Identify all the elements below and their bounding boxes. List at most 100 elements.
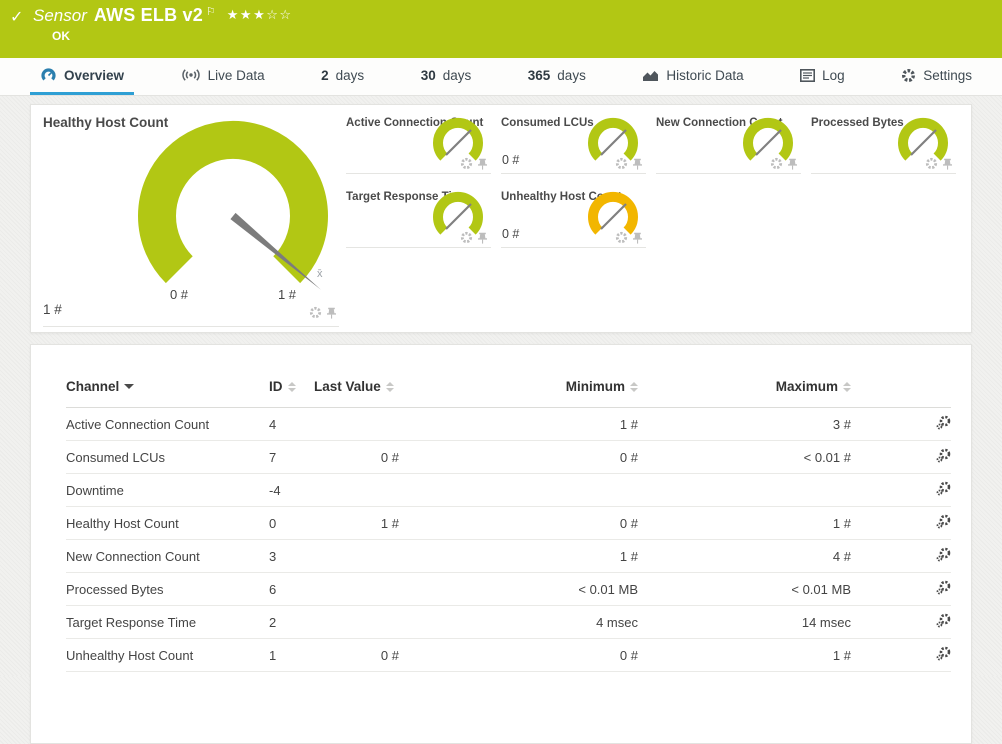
edit-channel-gear-icon[interactable] bbox=[936, 580, 951, 595]
channel-maximum: 1 # bbox=[638, 506, 851, 540]
tab-live-data[interactable]: Live Data bbox=[171, 58, 275, 95]
channels-table: Channel ID Last Value Minimum Maximum Ac… bbox=[66, 379, 951, 672]
tab-label: 2 bbox=[321, 67, 329, 83]
tab-label: 30 bbox=[420, 67, 436, 83]
sort-icon bbox=[843, 381, 851, 392]
gauge-cell-unhealthy-host-count: Unhealthy Host Count 0 # bbox=[501, 187, 646, 248]
gear-icon[interactable] bbox=[460, 231, 473, 244]
priority-stars[interactable]: ★★★☆☆ bbox=[227, 7, 293, 23]
status-check-icon: ✓ bbox=[10, 9, 24, 26]
channel-minimum: < 0.01 MB bbox=[399, 572, 638, 606]
column-header-channel[interactable]: Channel bbox=[66, 379, 269, 408]
flag-icon[interactable]: ⚐ bbox=[206, 5, 216, 18]
column-header-id[interactable]: ID bbox=[269, 379, 314, 408]
gear-icon[interactable] bbox=[460, 157, 473, 170]
column-label: ID bbox=[269, 379, 283, 394]
gauge-arc bbox=[433, 117, 483, 161]
edit-channel-gear-icon[interactable] bbox=[936, 646, 951, 661]
edit-channel-gear-icon[interactable] bbox=[936, 481, 951, 496]
channel-name: Downtime bbox=[66, 473, 269, 507]
pin-icon[interactable] bbox=[632, 158, 643, 170]
pin-icon[interactable] bbox=[326, 307, 337, 319]
table-row: Consumed LCUs 7 0 # 0 # < 0.01 # bbox=[66, 440, 951, 474]
channel-name: Unhealthy Host Count bbox=[66, 638, 269, 672]
pin-icon[interactable] bbox=[477, 232, 488, 244]
channel-name: Target Response Time bbox=[66, 605, 269, 639]
channel-minimum bbox=[399, 473, 638, 507]
gauge-arc bbox=[898, 117, 948, 161]
edit-channel-gear-icon[interactable] bbox=[936, 514, 951, 529]
tab-label: Settings bbox=[923, 67, 972, 83]
tab-settings[interactable]: Settings bbox=[891, 58, 982, 95]
tab-log[interactable]: Log bbox=[790, 58, 855, 95]
gear-icon[interactable] bbox=[309, 306, 322, 319]
gauge-arc bbox=[588, 117, 638, 161]
column-header-minimum[interactable]: Minimum bbox=[399, 379, 638, 408]
edit-channel-gear-icon[interactable] bbox=[936, 547, 951, 562]
channel-id: 3 bbox=[269, 539, 314, 573]
tab-label: Historic Data bbox=[666, 67, 744, 83]
edit-channel-gear-icon[interactable] bbox=[936, 415, 951, 430]
column-header-maximum[interactable]: Maximum bbox=[638, 379, 851, 408]
gear-icon[interactable] bbox=[615, 231, 628, 244]
gear-icon[interactable] bbox=[615, 157, 628, 170]
channel-maximum: 14 msec bbox=[638, 605, 851, 639]
column-label: Minimum bbox=[565, 379, 625, 394]
sort-desc-icon bbox=[124, 384, 135, 389]
gauge-icon bbox=[41, 67, 56, 81]
column-header-actions bbox=[851, 379, 951, 408]
edit-channel-gear-icon[interactable] bbox=[936, 613, 951, 628]
table-row: Active Connection Count 4 1 # 3 # bbox=[66, 407, 951, 441]
gauge-arc bbox=[588, 191, 638, 235]
sort-icon bbox=[630, 381, 638, 392]
pin-icon[interactable] bbox=[942, 158, 953, 170]
tab-historic-data[interactable]: Historic Data bbox=[632, 58, 753, 95]
channel-last-value bbox=[314, 407, 399, 441]
channel-maximum: 3 # bbox=[638, 407, 851, 441]
tab-label: Log bbox=[822, 67, 845, 83]
pin-icon[interactable] bbox=[787, 158, 798, 170]
channel-maximum: < 0.01 MB bbox=[638, 572, 851, 606]
channel-id: 2 bbox=[269, 605, 314, 639]
tab-overview[interactable]: Overview bbox=[30, 58, 135, 95]
channels-panel: Channel ID Last Value Minimum Maximum Ac… bbox=[30, 344, 972, 744]
channel-minimum: 0 # bbox=[399, 440, 638, 474]
channel-minimum: 1 # bbox=[399, 539, 638, 573]
channel-maximum: 1 # bbox=[638, 638, 851, 672]
channel-id: 1 bbox=[269, 638, 314, 672]
average-marker: x̄ bbox=[317, 268, 323, 280]
channel-minimum: 1 # bbox=[399, 407, 638, 441]
table-row: Downtime -4 bbox=[66, 473, 951, 507]
tab-365-days[interactable]: 365 days bbox=[518, 58, 596, 95]
log-list-icon bbox=[800, 68, 816, 82]
gauge-value: 0 # bbox=[502, 227, 520, 241]
channel-last-value: 0 # bbox=[314, 440, 399, 474]
gear-icon[interactable] bbox=[925, 157, 938, 170]
main-gauge[interactable] bbox=[121, 115, 371, 300]
gauge-cell-new-connection-count: New Connection Count bbox=[656, 113, 801, 174]
channel-minimum: 0 # bbox=[399, 638, 638, 672]
tab-label: days bbox=[335, 67, 365, 83]
main-gauge-value: 1 # bbox=[43, 302, 62, 317]
pin-icon[interactable] bbox=[477, 158, 488, 170]
column-header-last-value[interactable]: Last Value bbox=[314, 379, 399, 408]
pin-icon[interactable] bbox=[632, 232, 643, 244]
gauge-needle bbox=[445, 203, 472, 230]
tab-2-days[interactable]: 2 days bbox=[311, 58, 374, 95]
channel-id: 6 bbox=[269, 572, 314, 606]
channel-last-value bbox=[314, 473, 399, 507]
channel-id: 4 bbox=[269, 407, 314, 441]
gauge-arc bbox=[433, 191, 483, 235]
sort-icon bbox=[385, 381, 394, 392]
edit-channel-gear-icon[interactable] bbox=[936, 448, 951, 463]
channel-maximum: < 0.01 # bbox=[638, 440, 851, 474]
gauges-panel: Healthy Host Count 0 # 1 # x̄ 1 # Active… bbox=[30, 104, 972, 333]
gauge-title: Processed Bytes bbox=[811, 117, 904, 129]
gear-icon[interactable] bbox=[770, 157, 783, 170]
channel-minimum: 0 # bbox=[399, 506, 638, 540]
sensor-type-label: Sensor bbox=[33, 6, 87, 25]
gauge-value: 0 # bbox=[502, 153, 520, 167]
gauge-needle bbox=[600, 129, 627, 156]
tab-30-days[interactable]: 30 days bbox=[411, 58, 482, 95]
table-row: Healthy Host Count 0 1 # 0 # 1 # bbox=[66, 506, 951, 540]
